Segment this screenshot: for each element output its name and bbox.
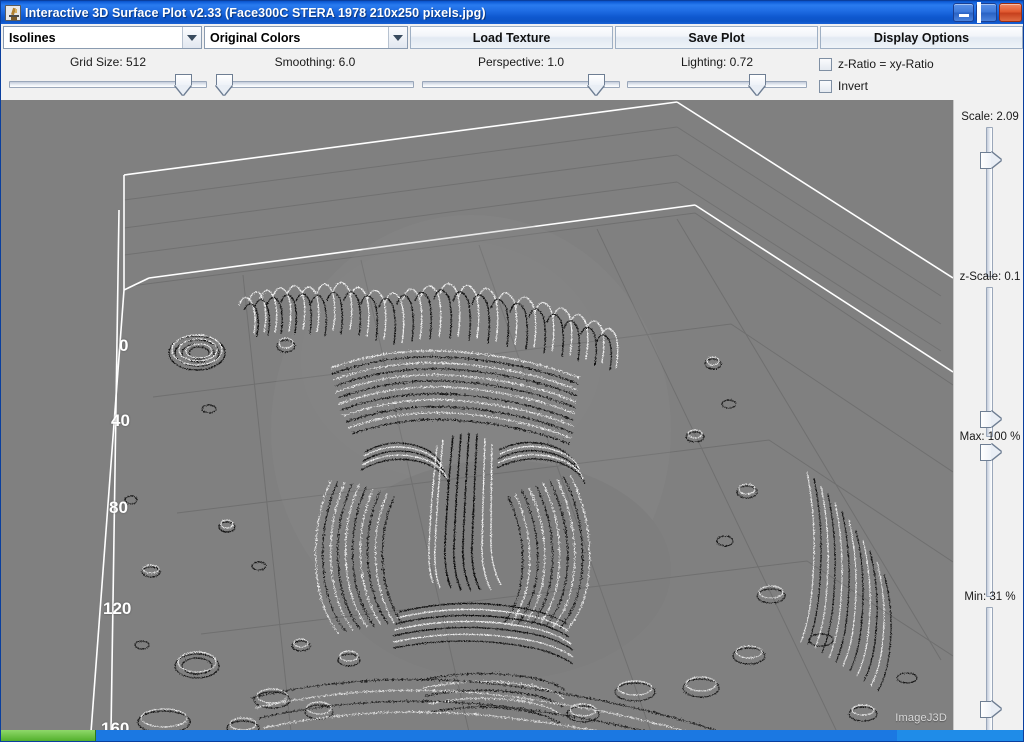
min-slider[interactable]: Min: 31 %: [954, 590, 1024, 739]
perspective-slider[interactable]: Perspective: 1.0: [422, 55, 620, 97]
max-slider[interactable]: Max: 100 %: [954, 430, 1024, 597]
grid-size-slider-thumb[interactable]: [175, 74, 192, 95]
colors-dropdown[interactable]: Original Colors: [204, 26, 408, 49]
scale-slider-track[interactable]: [986, 127, 993, 277]
max-slider-track[interactable]: [986, 447, 993, 597]
smoothing-slider[interactable]: Smoothing: 6.0: [216, 55, 414, 97]
max-slider-label: Max: 100 %: [954, 430, 1024, 444]
smoothing-slider-label: Smoothing: 6.0: [216, 55, 414, 70]
display-options-button[interactable]: Display Options: [820, 26, 1023, 49]
invert-checkbox[interactable]: Invert: [819, 75, 1019, 97]
grid-size-slider[interactable]: Grid Size: 512: [9, 55, 207, 97]
max-slider-thumb[interactable]: [980, 444, 1001, 461]
grid-size-slider-label: Grid Size: 512: [9, 55, 207, 70]
scale-slider[interactable]: Scale: 2.09: [954, 110, 1024, 277]
checkbox-group: z-Ratio = xy-Ratio Invert: [819, 53, 1019, 99]
right-wall-grid: [677, 127, 941, 351]
window-title: Interactive 3D Surface Plot v2.33 (Face3…: [25, 6, 486, 20]
scale-slider-label: Scale: 2.09: [954, 110, 1024, 124]
microscope-icon: [5, 5, 21, 21]
load-texture-button[interactable]: Load Texture: [410, 26, 613, 49]
save-plot-button[interactable]: Save Plot: [615, 26, 818, 49]
min-slider-track[interactable]: [986, 607, 993, 739]
min-slider-thumb[interactable]: [980, 701, 1001, 718]
lighting-slider-thumb[interactable]: [749, 74, 766, 95]
z-ratio-xy-ratio-label: z-Ratio = xy-Ratio: [838, 57, 934, 71]
toolbar: Isolines Original Colors Load Texture Sa…: [1, 24, 1024, 51]
perspective-slider-thumb[interactable]: [588, 74, 605, 95]
title-bar[interactable]: Interactive 3D Surface Plot v2.33 (Face3…: [1, 1, 1024, 24]
isolines-dropdown[interactable]: Isolines: [3, 26, 202, 49]
progress-indicator: [1, 730, 96, 741]
window-controls: [953, 3, 1022, 22]
z-ratio-xy-ratio-checkbox[interactable]: z-Ratio = xy-Ratio: [819, 53, 1019, 75]
maximize-button[interactable]: [976, 3, 997, 22]
lighting-slider-label: Lighting: 0.72: [627, 55, 807, 70]
checkbox-icon[interactable]: [819, 80, 832, 93]
chevron-down-icon[interactable]: [182, 27, 201, 48]
lighting-slider[interactable]: Lighting: 0.72: [627, 55, 807, 97]
z-scale-slider-thumb[interactable]: [980, 411, 1001, 428]
scale-slider-thumb[interactable]: [980, 152, 1001, 169]
isolines-dropdown-value: Isolines: [4, 31, 182, 45]
invert-label: Invert: [838, 79, 868, 93]
application-window: Interactive 3D Surface Plot v2.33 (Face3…: [0, 0, 1024, 742]
right-slider-panel: Scale: 2.09 z-Scale: 0.1 Max: 100 %: [953, 100, 1024, 732]
colors-dropdown-value: Original Colors: [205, 31, 388, 45]
close-icon[interactable]: [999, 3, 1022, 22]
perspective-slider-label: Perspective: 1.0: [422, 55, 620, 70]
z-scale-slider-label: z-Scale: 0.1: [954, 270, 1024, 284]
smoothing-slider-track[interactable]: [216, 81, 414, 88]
lighting-slider-track[interactable]: [627, 81, 807, 88]
surface-plot-canvas[interactable]: 0 40 80 120 160 ImageJ3D: [1, 100, 953, 732]
surface-plot-svg: [1, 100, 953, 732]
isoline-surface: [125, 215, 917, 732]
status-bar: [1, 730, 1024, 741]
min-slider-label: Min: 31 %: [954, 590, 1024, 604]
chevron-down-icon[interactable]: [388, 27, 407, 48]
minimize-button[interactable]: [953, 3, 974, 22]
z-scale-slider[interactable]: z-Scale: 0.1: [954, 270, 1024, 437]
checkbox-icon[interactable]: [819, 58, 832, 71]
status-bar-tail: [897, 730, 1024, 741]
smoothing-slider-thumb[interactable]: [216, 74, 233, 95]
